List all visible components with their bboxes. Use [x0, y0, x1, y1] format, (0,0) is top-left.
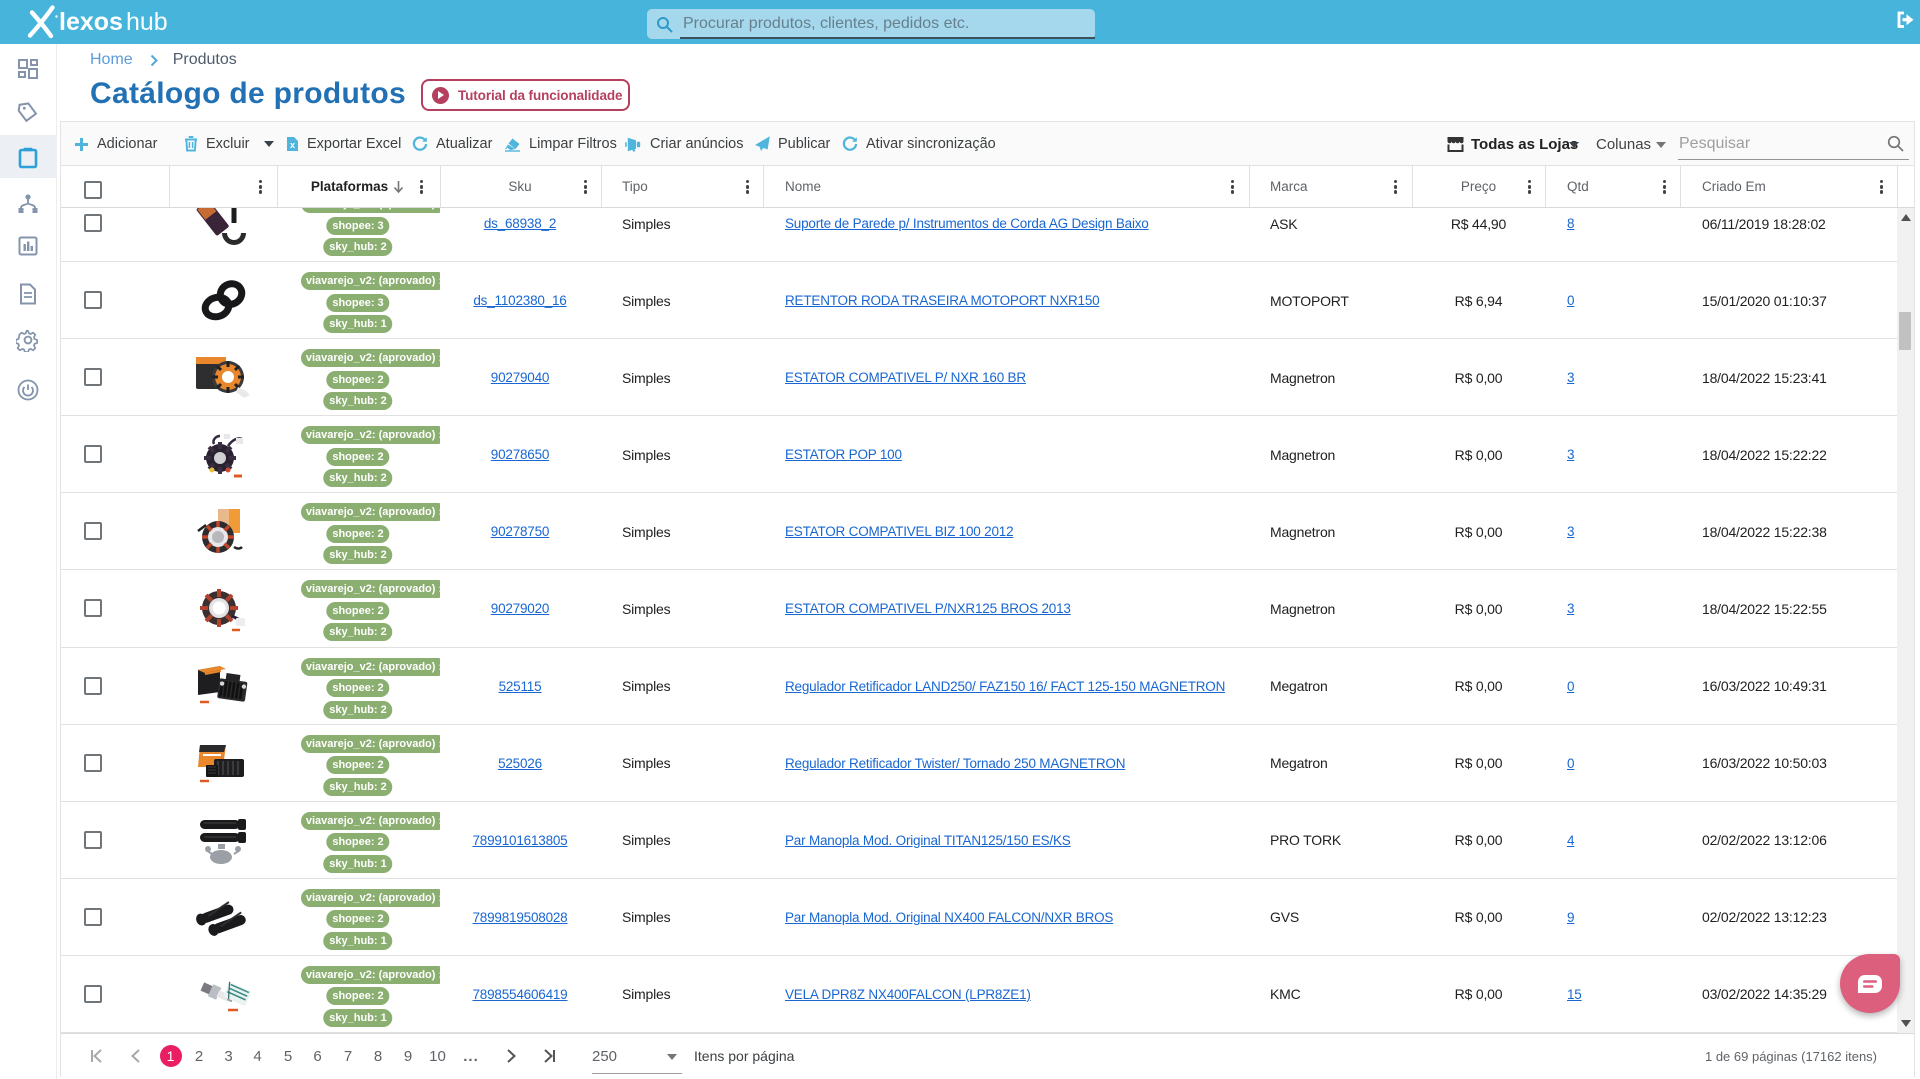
svg-text:x: x: [290, 140, 295, 150]
